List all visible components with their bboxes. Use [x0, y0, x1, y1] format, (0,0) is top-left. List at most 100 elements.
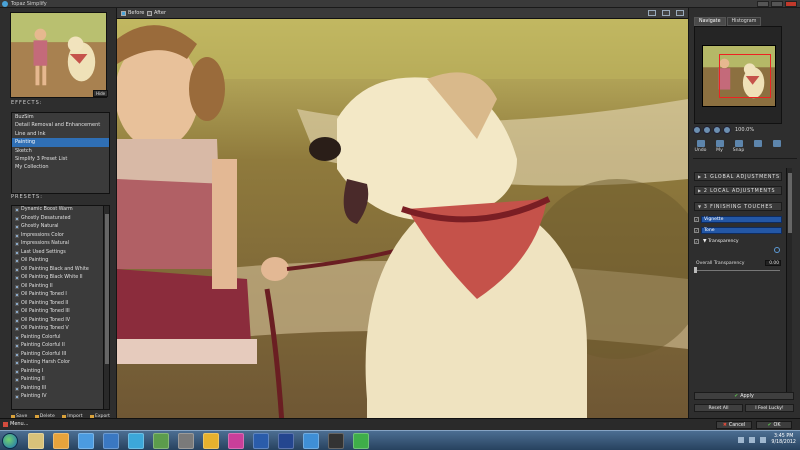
transparency-row[interactable]: ✓ ▼ Transparency — [694, 237, 782, 245]
preset-item[interactable]: Ghostly Desaturated — [12, 215, 109, 224]
split-view-icon[interactable] — [662, 10, 670, 16]
effect-item[interactable]: Detail Removal and Enhancement — [12, 121, 109, 129]
internet-explorer-icon[interactable] — [78, 433, 94, 449]
effect-item[interactable]: My Collection — [12, 163, 109, 171]
transparency-checkbox[interactable]: ✓ — [694, 238, 699, 244]
effect-item[interactable]: Line and Ink — [12, 130, 109, 138]
local-adjustments-header[interactable]: ▶ 2 LOCAL ADJUSTMENTS — [694, 186, 782, 195]
tab-navigate[interactable]: Navigate — [694, 17, 726, 26]
preset-item[interactable]: Oil Painting Toned II — [12, 300, 109, 309]
explorer-icon[interactable] — [28, 433, 44, 449]
minimize-button[interactable] — [757, 1, 769, 7]
presets-scrollbar[interactable] — [103, 206, 109, 409]
preset-item[interactable]: Painting IV — [12, 393, 109, 402]
zoom-in-icon[interactable] — [693, 126, 701, 134]
system-clock[interactable]: 3:45 PM 9/18/2012 — [771, 434, 796, 446]
effect-item[interactable]: Painting — [12, 138, 109, 147]
vignette-row[interactable]: ✓ Vignette — [694, 215, 782, 223]
tone-bar[interactable]: Tone — [701, 226, 782, 234]
photoshop-icon[interactable] — [253, 433, 269, 449]
preset-item[interactable]: Oil Painting Toned V — [12, 325, 109, 334]
i-feel-lucky-button[interactable]: I Feel Lucky! — [745, 404, 794, 412]
preset-item[interactable]: Oil Painting — [12, 257, 109, 266]
view-mode-icons — [648, 10, 684, 16]
main-photo[interactable] — [117, 19, 688, 424]
vignette-bar[interactable]: Vignette — [701, 215, 782, 223]
preset-item[interactable]: Painting III — [12, 385, 109, 394]
wifi-icon[interactable] — [128, 433, 144, 449]
media-player-icon[interactable] — [53, 433, 69, 449]
adjustments-scroll-thumb[interactable] — [788, 173, 792, 233]
taskbar-icons — [28, 433, 369, 449]
zoom-out-icon[interactable] — [703, 126, 711, 134]
tray-volume-icon[interactable] — [760, 437, 767, 443]
single-view-icon[interactable] — [648, 10, 656, 16]
preset-item[interactable]: Oil Painting Black White II — [12, 274, 109, 283]
tone-row[interactable]: ✓ Tone — [694, 226, 782, 234]
preset-item[interactable]: Painting Colorful II — [12, 342, 109, 351]
ok-button[interactable]: ✔ OK — [756, 421, 792, 429]
folder-icon[interactable] — [153, 433, 169, 449]
navigator-view-rectangle[interactable] — [719, 54, 771, 98]
tray-network-icon[interactable] — [749, 437, 756, 443]
transparency-label[interactable]: ▼ Transparency — [701, 238, 782, 245]
dual-view-icon[interactable] — [676, 10, 684, 16]
effect-item[interactable]: Simplify 3 Preset List — [12, 155, 109, 163]
tray-flag-icon[interactable] — [738, 437, 745, 443]
green-circle-icon[interactable] — [353, 433, 369, 449]
tool-undo-button[interactable]: Undo — [693, 140, 708, 153]
effect-item[interactable]: BuzSim — [12, 113, 109, 121]
preset-item[interactable]: Oil Painting II — [12, 283, 109, 292]
zoom-fit-icon[interactable] — [713, 126, 721, 134]
start-button[interactable] — [2, 433, 18, 449]
preset-item[interactable]: Impressions Natural — [12, 240, 109, 249]
check-icon[interactable] — [103, 433, 119, 449]
chrome-icon[interactable] — [203, 433, 219, 449]
preset-item[interactable]: Ghostly Natural — [12, 223, 109, 232]
tool-extra-4-button[interactable] — [769, 140, 784, 153]
preset-item[interactable]: Painting Colorful III — [12, 351, 109, 360]
preset-item[interactable]: Painting II — [12, 376, 109, 385]
tools-icon[interactable] — [178, 433, 194, 449]
hide-preview-button[interactable]: Hide — [93, 90, 109, 97]
snowflake-icon[interactable] — [303, 433, 319, 449]
preset-item[interactable]: Painting I — [12, 368, 109, 377]
global-adjustments-header[interactable]: ▶ 1 GLOBAL ADJUSTMENTS — [694, 172, 782, 181]
overall-transparency-value[interactable]: 0.00 — [765, 260, 781, 266]
preset-item[interactable]: Last Used Settings — [12, 249, 109, 258]
preset-item[interactable]: Dynamic Boost Warm — [12, 206, 109, 215]
vignette-checkbox[interactable]: ✓ — [694, 216, 699, 222]
reset-transparency-icon[interactable] — [774, 247, 780, 253]
cancel-button[interactable]: ✖ Cancel — [716, 421, 752, 429]
apply-button[interactable]: ✔ Apply — [694, 392, 794, 400]
overall-transparency-handle[interactable] — [694, 267, 697, 273]
tab-histogram[interactable]: Histogram — [726, 17, 762, 26]
reset-all-button[interactable]: Reset All — [694, 404, 743, 412]
tool-extra-3-button[interactable] — [750, 140, 765, 153]
menu-button[interactable]: Menu... — [3, 421, 29, 427]
preset-item[interactable]: Oil Painting Black and White — [12, 266, 109, 275]
after-toggle[interactable]: After — [147, 10, 166, 16]
close-window-button[interactable] — [785, 1, 797, 7]
preset-item[interactable]: Oil Painting Toned I — [12, 291, 109, 300]
preset-item[interactable]: Painting Colorful — [12, 334, 109, 343]
preset-item[interactable]: Impressions Color — [12, 232, 109, 241]
zoom-actual-icon[interactable] — [723, 126, 731, 134]
adjustments-scrollbar[interactable] — [786, 168, 792, 398]
presets-scroll-thumb[interactable] — [105, 214, 109, 364]
tool-snap-button[interactable]: Snap — [731, 140, 746, 153]
fx-icon[interactable] — [328, 433, 344, 449]
preset-item[interactable]: Oil Painting Toned IV — [12, 317, 109, 326]
tool-my-button[interactable]: My — [712, 140, 727, 153]
maximize-button[interactable] — [771, 1, 783, 7]
preset-item[interactable]: Painting Harsh Color — [12, 359, 109, 368]
finishing-touches-header[interactable]: ▼ 3 FINISHING TOUCHES — [694, 202, 782, 211]
photoshop-icon-2[interactable] — [278, 433, 294, 449]
tool-label: Snap — [732, 148, 745, 153]
overall-transparency-slider[interactable] — [696, 270, 780, 271]
preset-item[interactable]: Oil Painting Toned III — [12, 308, 109, 317]
app-icon[interactable] — [228, 433, 244, 449]
tone-checkbox[interactable]: ✓ — [694, 227, 699, 233]
before-toggle[interactable]: Before — [121, 10, 144, 16]
effect-item[interactable]: Sketch — [12, 147, 109, 155]
